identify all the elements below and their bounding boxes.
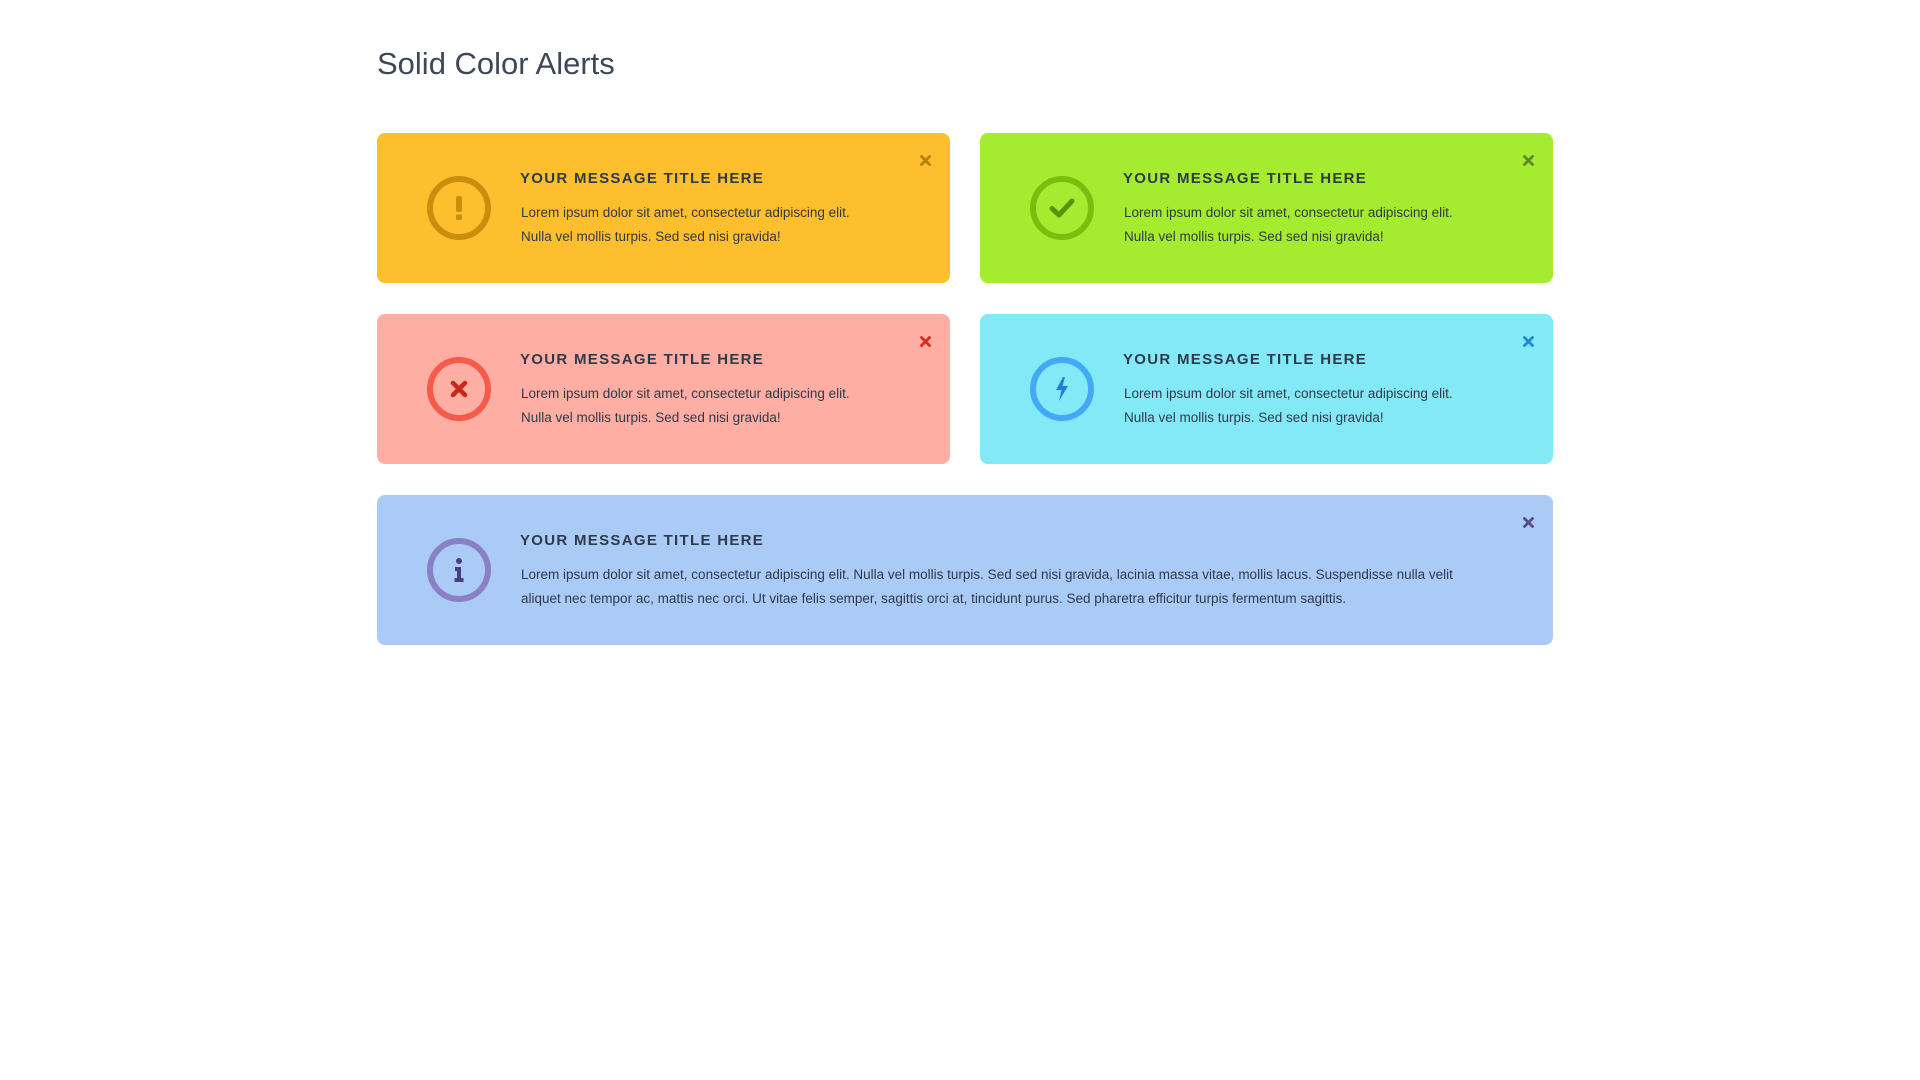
alert-notice: YOUR MESSAGE TITLE HERE Lorem ipsum dolo… — [980, 314, 1553, 464]
alert-title: YOUR MESSAGE TITLE HERE — [1123, 170, 1368, 187]
alert-title: YOUR MESSAGE TITLE HERE — [520, 170, 765, 187]
alert-message-line: Lorem ipsum dolor sit amet, consectetur … — [521, 386, 850, 401]
alert-warning: YOUR MESSAGE TITLE HERE Lorem ipsum dolo… — [377, 133, 950, 283]
close-icon — [919, 335, 931, 347]
alert-message-line: Lorem ipsum dolor sit amet, consectetur … — [521, 567, 1453, 582]
alert-message: Lorem ipsum dolor sit amet, consectetur … — [521, 563, 1501, 611]
close-button[interactable] — [1519, 513, 1537, 531]
alert-message-line: Nulla vel mollis turpis. Sed sed nisi gr… — [1124, 410, 1384, 425]
exclamation-icon — [427, 176, 491, 240]
close-button[interactable] — [916, 332, 934, 350]
alert-message-line: Lorem ipsum dolor sit amet, consectetur … — [521, 205, 850, 220]
alert-message-line: Lorem ipsum dolor sit amet, consectetur … — [1124, 205, 1453, 220]
alert-title: YOUR MESSAGE TITLE HERE — [520, 351, 765, 368]
close-button[interactable] — [1519, 151, 1537, 169]
alert-message: Lorem ipsum dolor sit amet, consectetur … — [1124, 382, 1453, 430]
alert-message-line: Lorem ipsum dolor sit amet, consectetur … — [1124, 386, 1453, 401]
close-icon — [919, 154, 931, 166]
alert-message: Lorem ipsum dolor sit amet, consectetur … — [521, 382, 850, 430]
alert-message: Lorem ipsum dolor sit amet, consectetur … — [1124, 201, 1453, 249]
info-icon — [427, 538, 491, 602]
alert-info: YOUR MESSAGE TITLE HERE Lorem ipsum dolo… — [377, 495, 1553, 645]
x-mark-icon — [427, 357, 491, 421]
page-title: Solid Color Alerts — [377, 46, 615, 81]
alert-message-line: aliquet nec tempor ac, mattis nec orci. … — [521, 591, 1347, 606]
close-button[interactable] — [916, 151, 934, 169]
checkmark-icon — [1030, 176, 1094, 240]
close-button[interactable] — [1519, 332, 1537, 350]
alert-message-line: Nulla vel mollis turpis. Sed sed nisi gr… — [521, 410, 781, 425]
alert-message-line: Nulla vel mollis turpis. Sed sed nisi gr… — [521, 229, 781, 244]
alert-success: YOUR MESSAGE TITLE HERE Lorem ipsum dolo… — [980, 133, 1553, 283]
lightning-bolt-icon — [1030, 357, 1094, 421]
close-icon — [1522, 516, 1534, 528]
alert-danger: YOUR MESSAGE TITLE HERE Lorem ipsum dolo… — [377, 314, 950, 464]
alert-title: YOUR MESSAGE TITLE HERE — [1123, 351, 1368, 368]
alert-message-line: Nulla vel mollis turpis. Sed sed nisi gr… — [1124, 229, 1384, 244]
close-icon — [1522, 335, 1534, 347]
alert-title: YOUR MESSAGE TITLE HERE — [520, 532, 765, 549]
alert-message: Lorem ipsum dolor sit amet, consectetur … — [521, 201, 850, 249]
close-icon — [1522, 154, 1534, 166]
